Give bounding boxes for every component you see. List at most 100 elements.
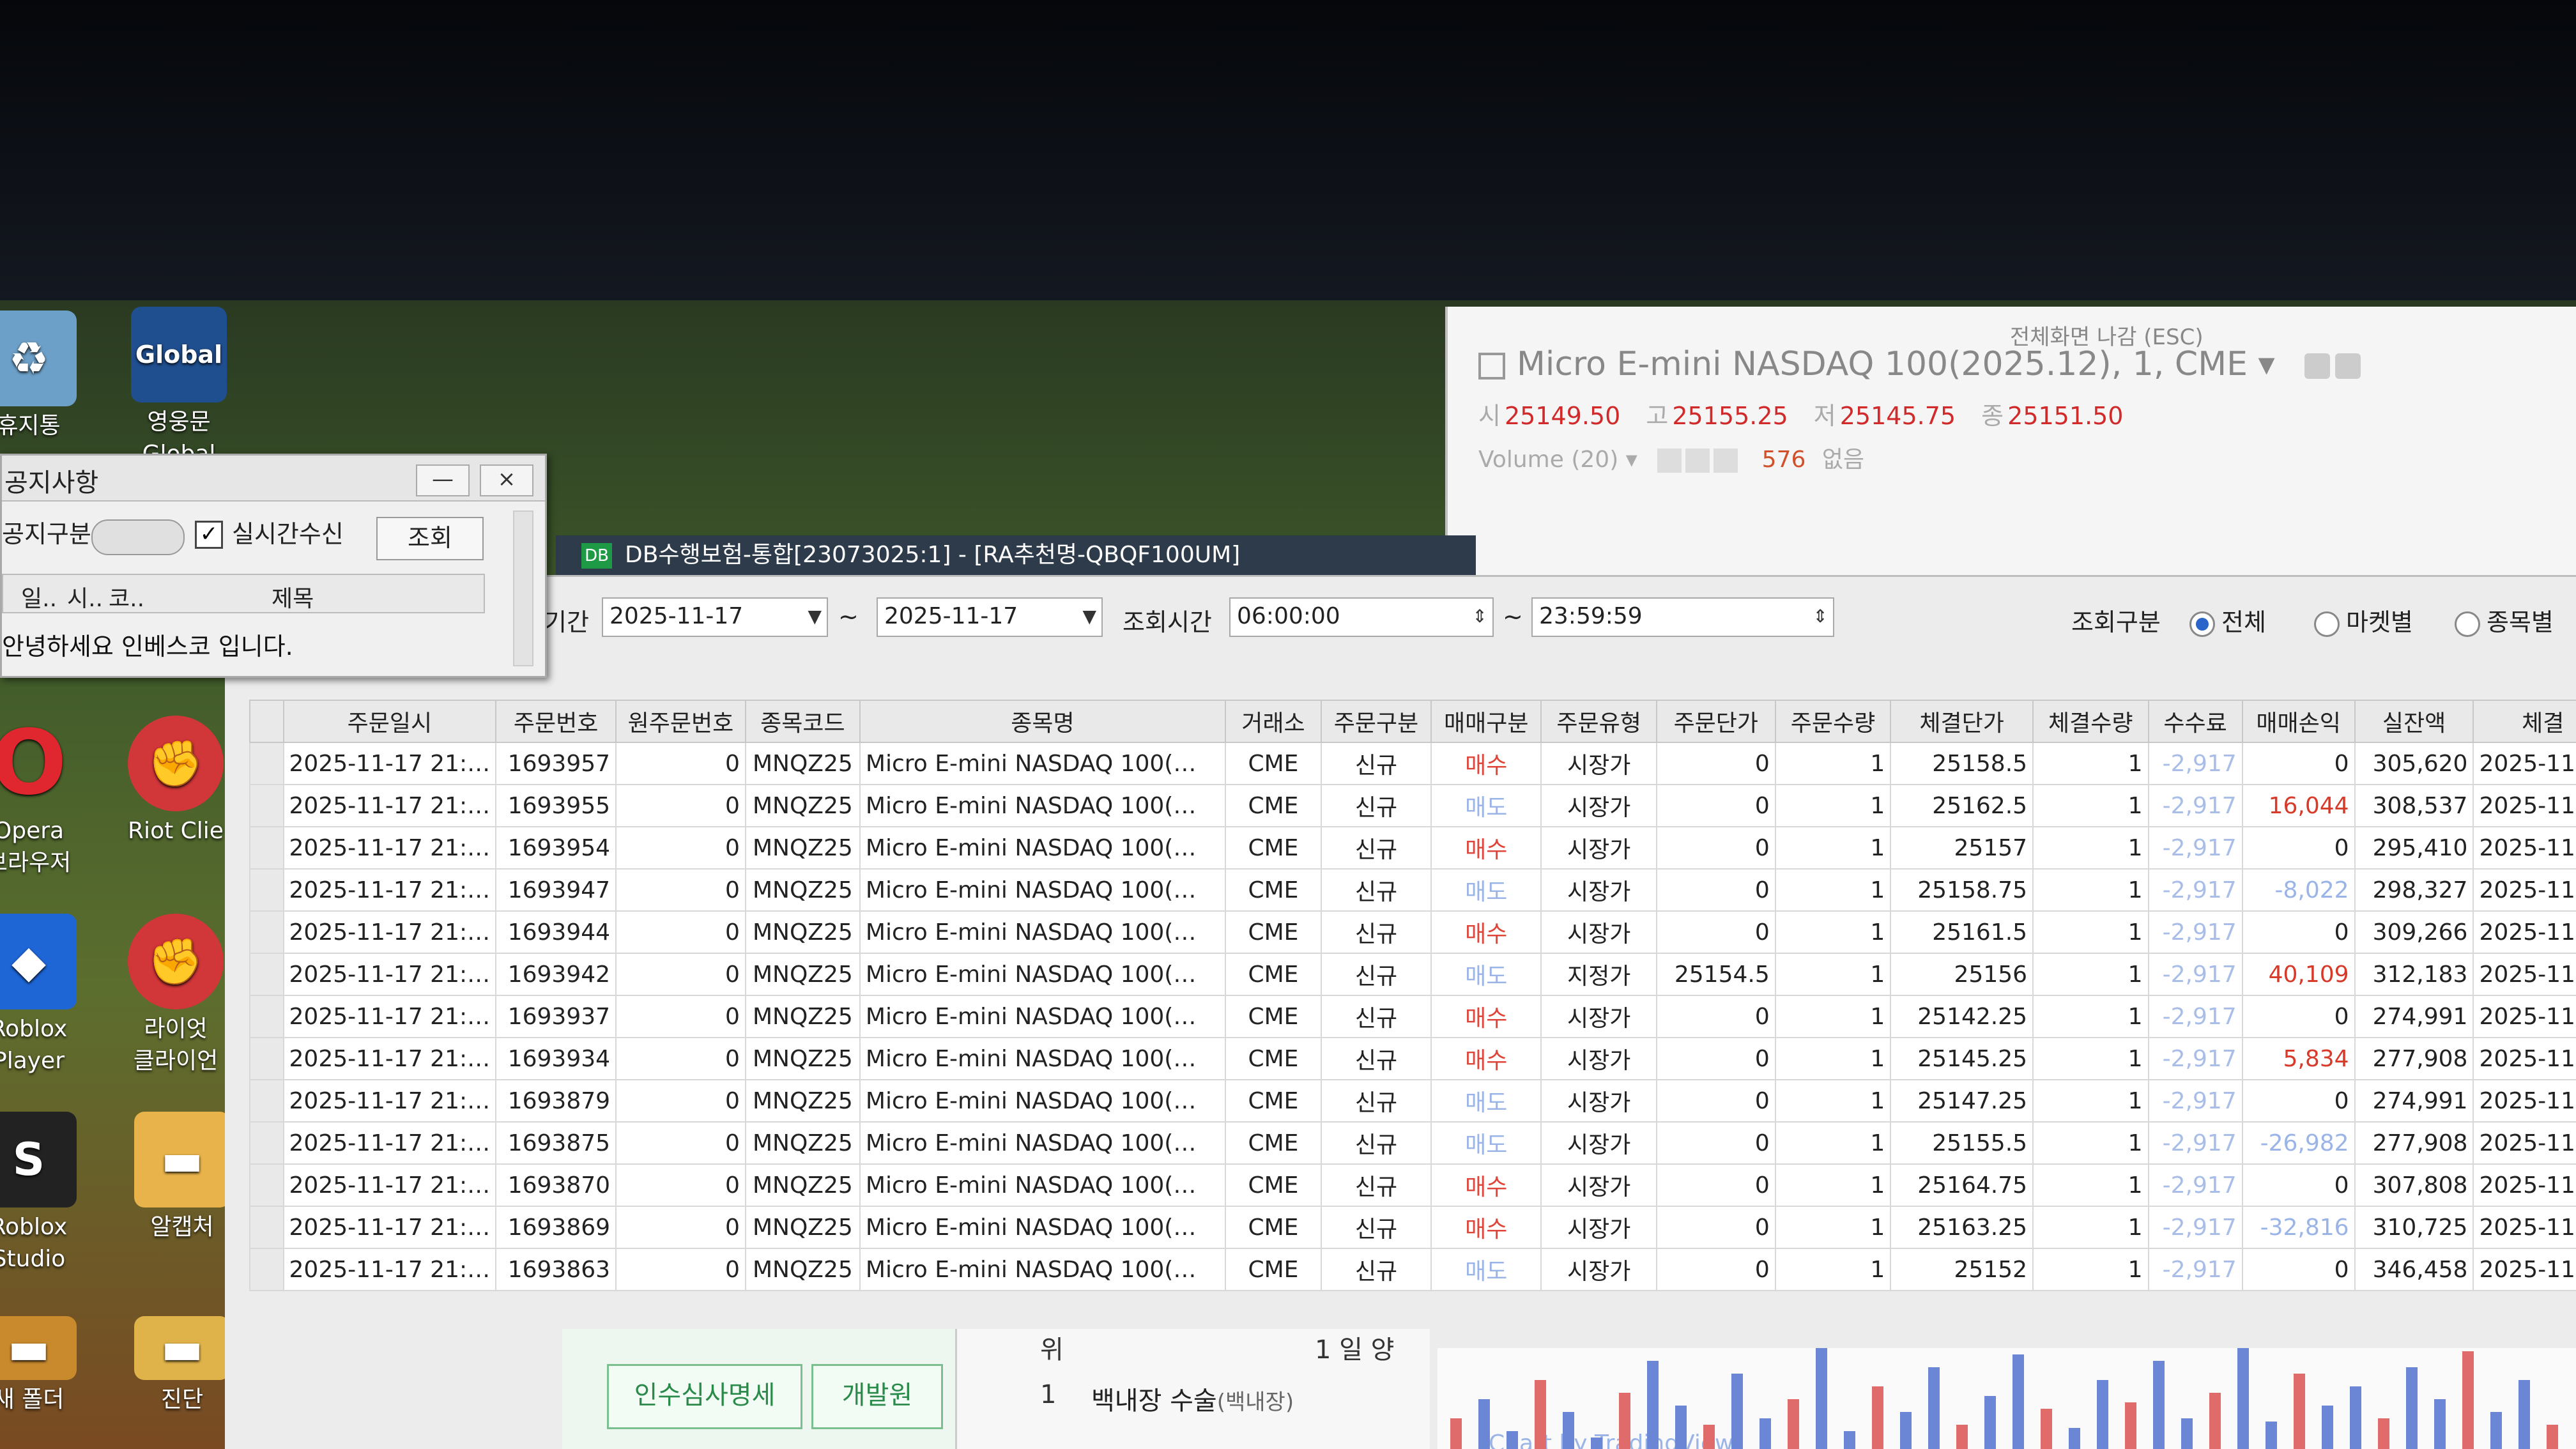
table-row[interactable]: 2025-11-17 21:… 1693863 0 MNQZ25 Micro E-min… [249, 1248, 2576, 1291]
notice-titlebar[interactable]: 공지사항 — × [2, 456, 545, 502]
category-toggle[interactable] [91, 519, 185, 555]
table-row[interactable]: 2025-11-17 21:… 1693944 0 MNQZ25 Micro E-min… [249, 910, 2576, 954]
row-header[interactable] [249, 1206, 284, 1249]
date-to-input[interactable]: 2025-11-17 ▼ [877, 597, 1103, 637]
row-header[interactable] [249, 784, 284, 827]
desktop-icon-riot-client-2[interactable]: ✊ 라이엇 클라이언 [109, 914, 243, 1077]
row-header[interactable] [249, 1079, 284, 1123]
table-cell: 2025-11-17 21:… [282, 1248, 497, 1291]
col-date[interactable]: 일.. [21, 580, 57, 613]
column-header[interactable]: 수수료 [2147, 700, 2243, 743]
gear-icon[interactable] [2335, 353, 2361, 379]
row-header[interactable] [249, 910, 284, 954]
column-header[interactable]: 주문일시 [282, 700, 497, 743]
desktop-icon-global[interactable]: Global 영웅문Global [112, 307, 246, 470]
column-header[interactable]: 체결수량 [2032, 700, 2149, 743]
desktop-icon-roblox-studio[interactable]: S Roblox Studio [0, 1112, 96, 1275]
table-row[interactable]: 2025-11-17 21:… 1693934 0 MNQZ25 Micro E-min… [249, 1037, 2576, 1080]
table-row[interactable]: 2025-11-17 21:… 1693955 0 MNQZ25 Micro E-min… [249, 784, 2576, 827]
column-header[interactable]: 주문유형 [1540, 700, 1657, 743]
volume-bar [2462, 1351, 2474, 1449]
col-title[interactable]: 제목 [272, 580, 314, 613]
column-header[interactable]: 주문구분 [1320, 700, 1432, 743]
volume-label[interactable]: Volume (20) [1478, 447, 1618, 473]
eye-icon[interactable] [1657, 448, 1682, 473]
table-cell: 0 [615, 1206, 746, 1249]
table-row[interactable]: 2025-11-17 21:… 1693869 0 MNQZ25 Micro E-min… [249, 1206, 2576, 1249]
time-from-input[interactable]: 06:00:00 ⇕ [1229, 597, 1494, 637]
spinner-icon[interactable]: ⇕ [1473, 599, 1487, 634]
column-header[interactable]: 매매구분 [1430, 700, 1542, 743]
column-header[interactable]: 실잔액 [2354, 700, 2474, 743]
row-header[interactable] [249, 868, 284, 912]
desktop-icon-label: 새 폴더 [0, 1386, 65, 1413]
desktop-icon-riot-client[interactable]: ✊ Riot Clie [109, 716, 243, 847]
tradingview-watermark[interactable]: Chart by TradingView [1489, 1430, 1733, 1449]
desktop-icon-recycle-bin[interactable]: ♻ 휴지통 [0, 310, 96, 442]
audit-detail-button[interactable]: 인수심사명세 [607, 1364, 802, 1429]
table-cell: 0 [2241, 995, 2356, 1038]
column-header[interactable]: 종목명 [859, 700, 1226, 743]
row-header[interactable] [249, 742, 284, 785]
row-header[interactable] [249, 953, 284, 996]
chart-symbol-title[interactable]: Micro E-mini NASDAQ 100(2025.12), 1, CME… [1478, 345, 2366, 383]
notice-query-button[interactable]: 조회 [376, 517, 484, 560]
main-window-titlebar[interactable]: DB DB수행보험-통합[23073025:1] - [RA추천명-QBQF100… [556, 535, 1476, 575]
row-header[interactable] [249, 1037, 284, 1080]
radio-market[interactable]: 마켓별 [2314, 602, 2413, 638]
minimize-button[interactable]: — [416, 464, 470, 496]
col-time[interactable]: 시.. [67, 580, 103, 613]
time-to-input[interactable]: 23:59:59 ⇕ [1531, 597, 1834, 637]
gear-icon[interactable] [1685, 448, 1710, 473]
radio-all[interactable]: 전체 [2189, 602, 2266, 638]
date-from-input[interactable]: 2025-11-17 ▼ [602, 597, 828, 637]
row-header[interactable] [249, 1248, 284, 1291]
table-cell: 신규 [1320, 742, 1432, 785]
table-row[interactable]: 2025-11-17 21:… 1693870 0 MNQZ25 Micro E-min… [249, 1163, 2576, 1207]
radio-item[interactable]: 종목별 [2455, 602, 2554, 638]
chevron-down-icon[interactable]: ▾ [2248, 345, 2274, 383]
notice-scrollbar[interactable] [513, 510, 533, 666]
column-header[interactable]: 체결단가 [1890, 700, 2034, 743]
row-header[interactable] [249, 826, 284, 870]
desktop-icon-roblox-player[interactable]: ◆ Roblox Player [0, 914, 96, 1077]
realtime-checkbox[interactable]: ✓ [195, 521, 223, 549]
collapse-icon[interactable] [1478, 353, 1505, 379]
column-header[interactable]: 종목코드 [744, 700, 861, 743]
settings-icon[interactable] [2304, 353, 2331, 379]
row-header[interactable] [249, 995, 284, 1038]
dev-button[interactable]: 개발원 [811, 1364, 943, 1429]
table-cell: 2025-11-… [2472, 1206, 2576, 1249]
table-row[interactable]: 2025-11-17 21:… 1693954 0 MNQZ25 Micro E-min… [249, 826, 2576, 870]
table-cell: 1693869 [495, 1206, 617, 1249]
col-code[interactable]: 코.. [109, 580, 144, 613]
desktop-icon-opera[interactable]: O Opera 브라우저 [0, 716, 96, 879]
rank-item[interactable]: 백내장 수술(백내장) [1091, 1380, 1294, 1417]
chevron-down-icon[interactable]: ▼ [1082, 599, 1096, 634]
spinner-icon[interactable]: ⇕ [1813, 599, 1828, 634]
row-header[interactable] [249, 1121, 284, 1165]
column-header[interactable]: 주문수량 [1774, 700, 1892, 743]
row-header[interactable] [249, 1163, 284, 1207]
close-icon[interactable] [1713, 448, 1738, 473]
desktop-icon-new-folder[interactable]: ▬ 새 폴더 [0, 1316, 96, 1416]
table-row[interactable]: 2025-11-17 21:… 1693879 0 MNQZ25 Micro E-min… [249, 1079, 2576, 1123]
chevron-down-icon[interactable]: ▾ [1626, 447, 1637, 473]
table-row[interactable]: 2025-11-17 21:… 1693937 0 MNQZ25 Micro E-min… [249, 995, 2576, 1038]
table-row[interactable]: 2025-11-17 21:… 1693957 0 MNQZ25 Micro E-min… [249, 742, 2576, 785]
table-cell: 신규 [1320, 1121, 1432, 1165]
column-header[interactable]: 주문단가 [1655, 700, 1776, 743]
volume-bar [1759, 1418, 1771, 1449]
close-button[interactable]: × [480, 464, 533, 496]
column-header[interactable]: 체결 [2472, 700, 2576, 743]
column-header[interactable]: 주문번호 [495, 700, 617, 743]
table-row[interactable]: 2025-11-17 21:… 1693947 0 MNQZ25 Micro E-min… [249, 868, 2576, 912]
column-header[interactable]: 매매손익 [2241, 700, 2356, 743]
column-header[interactable]: 거래소 [1224, 700, 1322, 743]
table-row[interactable]: 2025-11-17 21:… 1693875 0 MNQZ25 Micro E-min… [249, 1121, 2576, 1165]
notice-message[interactable]: 안녕하세요 인베스코 입니다. [2, 627, 293, 662]
table-row[interactable]: 2025-11-17 21:… 1693942 0 MNQZ25 Micro E-min… [249, 953, 2576, 996]
chevron-down-icon[interactable]: ▼ [808, 599, 822, 634]
table-cell: MNQZ25 [744, 1037, 861, 1080]
column-header[interactable]: 원주문번호 [615, 700, 746, 743]
